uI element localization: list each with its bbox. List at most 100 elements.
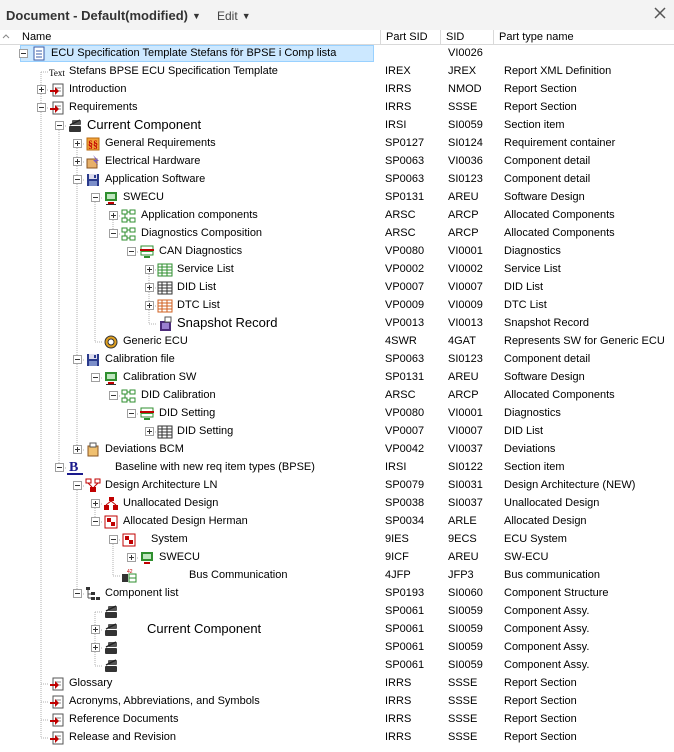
part-sid-cell: IRSI: [385, 119, 407, 131]
sid-cell: SI0059: [448, 623, 483, 635]
collapse-toggle[interactable]: [127, 247, 136, 256]
tree-row[interactable]: SWECU SP0131 AREU Software Design: [0, 189, 674, 207]
unallocated-design-icon: [104, 497, 118, 510]
tree-row[interactable]: DID Calibration ARSC ARCP Allocated Compone…: [0, 387, 674, 405]
part-sid-cell: 4SWR: [385, 335, 417, 347]
tree-row[interactable]: Service List VP0002 VI0002 Service List: [0, 261, 674, 279]
close-icon[interactable]: [653, 6, 667, 20]
collapse-toggle[interactable]: [73, 589, 82, 598]
part-type-name-cell: Component detail: [504, 155, 591, 167]
tree-row[interactable]: Acronyms, Abbreviations, and Symbols IRRS…: [0, 693, 674, 711]
expand-toggle[interactable]: [91, 643, 100, 652]
tree-row[interactable]: Diagnostics Composition ARSC ARCP Allocated…: [0, 225, 674, 243]
collapse-toggle[interactable]: [55, 121, 64, 130]
column-header-name[interactable]: Name: [0, 30, 380, 44]
expand-toggle[interactable]: [145, 427, 154, 436]
expand-toggle[interactable]: [109, 211, 118, 220]
expand-toggle[interactable]: [91, 499, 100, 508]
tree-row[interactable]: System 9IES 9ECS ECU System: [0, 531, 674, 549]
tree-row[interactable]: DID Setting VP0080 VI0001 Diagnostics: [0, 405, 674, 423]
tree-row[interactable]: Requirements IRRS SSSE Report Section: [0, 99, 674, 117]
column-header-part-type-name[interactable]: Part type name: [493, 30, 674, 44]
column-header-part-sid[interactable]: Part SID: [380, 30, 440, 44]
collapse-toggle[interactable]: [73, 481, 82, 490]
sid-cell: SI0124: [448, 137, 483, 149]
column-header-sid[interactable]: SID: [440, 30, 493, 44]
collapse-toggle[interactable]: [19, 49, 28, 58]
baseline-bold-b-icon: B: [67, 460, 83, 475]
component-assy-icon: [105, 605, 117, 618]
document-menu[interactable]: Document - Default(modified) ▼: [6, 8, 201, 23]
collapse-toggle[interactable]: [109, 391, 118, 400]
tree-row[interactable]: Allocated Design Herman SP0034 ARLE Allocat…: [0, 513, 674, 531]
collapse-toggle[interactable]: [109, 229, 118, 238]
collapse-toggle[interactable]: [73, 355, 82, 364]
allocated-components-icon: [121, 389, 136, 403]
report-section-icon: [50, 677, 64, 691]
tree-view[interactable]: ECU Specification Template Stefans för B…: [0, 45, 674, 752]
collapse-toggle[interactable]: [109, 535, 118, 544]
sid-cell: VI0007: [448, 425, 483, 437]
tree-row[interactable]: Current Component IRSI SI0059 Section item: [0, 117, 674, 135]
requirement-container-icon: §§: [86, 137, 100, 151]
tree-row[interactable]: Text Stefans BPSE ECU Specification Templ…: [0, 63, 674, 81]
tree-row[interactable]: Design Architecture LN SP0079 SI0031 Design…: [0, 477, 674, 495]
tree-row[interactable]: B Baseline with new req item types (BPSE)…: [0, 459, 674, 477]
tree-row[interactable]: SP0061 SI0059 Component Assy.: [0, 657, 674, 675]
tree-row[interactable]: Current Component SP0061 SI0059 Component A…: [0, 621, 674, 639]
collapse-toggle[interactable]: [55, 463, 64, 472]
collapse-toggle[interactable]: [73, 175, 82, 184]
part-type-name-cell: Allocated Components: [504, 389, 615, 401]
tree-row[interactable]: Electrical Hardware SP0063 VI0036 Component…: [0, 153, 674, 171]
expand-toggle[interactable]: [73, 445, 82, 454]
tree-row[interactable]: Calibration SW SP0131 AREU Software Design: [0, 369, 674, 387]
part-sid-cell: SP0063: [385, 155, 425, 167]
tree-row[interactable]: SWECU 9ICF AREU SW-ECU: [0, 549, 674, 567]
expand-toggle[interactable]: [145, 283, 154, 292]
report-section-icon: [50, 101, 64, 115]
tree-row[interactable]: §§ General Requirements SP0127 SI0124 Requir…: [0, 135, 674, 153]
tree-row[interactable]: 42 Bus Communication 4JFP JFP3 Bus communica…: [0, 567, 674, 585]
chevron-down-icon: ▼: [192, 11, 201, 21]
tree-row[interactable]: Generic ECU 4SWR 4GAT Represents SW for Gen…: [0, 333, 674, 351]
collapse-toggle[interactable]: [37, 103, 46, 112]
tree-row[interactable]: SP0061 SI0059 Component Assy.: [0, 603, 674, 621]
tree-row[interactable]: Introduction IRRS NMOD Report Section: [0, 81, 674, 99]
tree-row[interactable]: SP0061 SI0059 Component Assy.: [0, 639, 674, 657]
expand-toggle[interactable]: [127, 553, 136, 562]
collapse-toggle[interactable]: [91, 373, 100, 382]
expand-toggle[interactable]: [73, 139, 82, 148]
tree-row[interactable]: Deviations BCM VP0042 VI0037 Deviations: [0, 441, 674, 459]
expand-toggle[interactable]: [73, 157, 82, 166]
tree-row[interactable]: Release and Revision IRRS SSSE Report Secti…: [0, 729, 674, 747]
expand-toggle[interactable]: [91, 625, 100, 634]
sid-cell: JFP3: [448, 569, 474, 581]
tree-row[interactable]: Unallocated Design SP0038 SI0037 Unallocate…: [0, 495, 674, 513]
tree-row[interactable]: Application Software SP0063 SI0123 Componen…: [0, 171, 674, 189]
tree-row[interactable]: Reference Documents IRRS SSSE Report Sectio…: [0, 711, 674, 729]
tree-row[interactable]: DID Setting VP0007 VI0007 DID List: [0, 423, 674, 441]
expand-toggle[interactable]: [145, 301, 154, 310]
tree-row[interactable]: Glossary IRRS SSSE Report Section: [0, 675, 674, 693]
tree-row[interactable]: Snapshot Record VP0013 VI0013 Snapshot Reco…: [0, 315, 674, 333]
tree-row[interactable]: DID List VP0007 VI0007 DID List: [0, 279, 674, 297]
tree-row[interactable]: Component list SP0193 SI0060 Component Stru…: [0, 585, 674, 603]
allocated-components-icon: [121, 209, 136, 223]
expand-toggle[interactable]: [145, 265, 154, 274]
sid-cell: VI0009: [448, 299, 483, 311]
collapse-toggle[interactable]: [91, 193, 100, 202]
text-icon: Text: [49, 68, 65, 78]
part-sid-cell: SP0079: [385, 479, 425, 491]
part-type-name-cell: DTC List: [504, 299, 547, 311]
tree-row[interactable]: ECU Specification Template Stefans för B…: [0, 45, 674, 63]
report-section-icon: [50, 695, 64, 709]
collapse-toggle[interactable]: [91, 517, 100, 526]
tree-row[interactable]: DTC List VP0009 VI0009 DTC List: [0, 297, 674, 315]
tree-row[interactable]: Calibration file SP0063 SI0123 Component de…: [0, 351, 674, 369]
tree-row[interactable]: CAN Diagnostics VP0080 VI0001 Diagnostics: [0, 243, 674, 261]
tree-row[interactable]: Application components ARSC ARCP Allocated …: [0, 207, 674, 225]
expand-toggle[interactable]: [37, 85, 46, 94]
tree-row-name: Reference Documents: [69, 713, 179, 725]
collapse-toggle[interactable]: [127, 409, 136, 418]
edit-menu[interactable]: Edit ▼: [217, 9, 251, 23]
